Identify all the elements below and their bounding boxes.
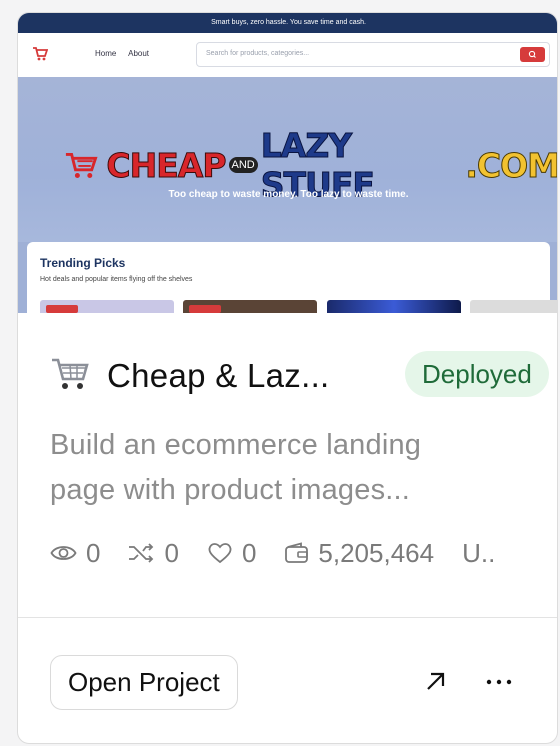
logo-com: .COM: [465, 145, 558, 185]
more-stat: U..: [462, 538, 495, 569]
trending-title: Trending Picks: [40, 256, 126, 270]
shuffle-icon: [129, 543, 154, 563]
site-logo: CHEAP AND LAZY STUFF .COM: [64, 126, 558, 205]
views-stat: 0: [50, 538, 100, 569]
nav-about[interactable]: About: [128, 49, 149, 58]
hero-banner: CHEAP AND LAZY STUFF .COM Too cheap to w…: [18, 77, 558, 242]
eye-icon: [50, 546, 77, 560]
discount-badge: [46, 305, 78, 313]
logo-cheap: CHEAP: [106, 145, 227, 185]
remixes-count: 0: [164, 537, 179, 568]
remixes-stat: 0: [128, 537, 179, 569]
title-row: Cheap & Laz... Deployed: [50, 351, 549, 401]
trending-section: Trending Picks Hot deals and popular ite…: [27, 242, 557, 313]
logo-and: AND: [228, 157, 258, 173]
trending-subtitle: Hot deals and popular items flying off t…: [40, 276, 193, 283]
project-card[interactable]: Smart buys, zero hassle. You save time a…: [17, 12, 558, 744]
site-nav: Home About Search for products, categori…: [18, 33, 557, 77]
shopping-cart-icon: [52, 358, 89, 389]
nav-home[interactable]: Home: [95, 49, 116, 58]
description-line: page with product images...: [50, 474, 411, 506]
search-button[interactable]: [520, 47, 545, 62]
project-preview[interactable]: Smart buys, zero hassle. You save time a…: [18, 13, 558, 313]
external-link-icon[interactable]: [423, 669, 447, 693]
stats-row: 0 0 0 5,205,464 U..: [50, 535, 523, 571]
search-placeholder: Search for products, categories...: [206, 50, 310, 57]
views-count: 0: [86, 537, 101, 568]
credits-count: 5,205,464: [318, 537, 435, 568]
product-thumb[interactable]: [327, 300, 461, 313]
product-thumb[interactable]: [470, 300, 557, 313]
product-thumb[interactable]: [40, 300, 174, 313]
likes-stat: 0: [207, 538, 256, 569]
status-badge: Deployed: [405, 351, 549, 397]
search-input[interactable]: Search for products, categories...: [196, 42, 550, 67]
likes-count: 0: [241, 537, 257, 568]
more-options-icon[interactable]: [485, 678, 513, 686]
wallet-icon: [285, 542, 309, 563]
cart-icon: [33, 47, 48, 61]
credits-stat: 5,205,464: [284, 538, 434, 569]
bestseller-badge: [189, 305, 221, 313]
search-icon: [528, 50, 536, 58]
product-thumb[interactable]: [183, 300, 317, 313]
heart-icon: [208, 543, 232, 564]
hero-tagline: Too cheap to waste money. Too lazy to wa…: [168, 189, 409, 200]
more-stat-text: U..: [462, 537, 496, 568]
project-description: Build an ecommerce landing page with pro…: [50, 423, 480, 513]
project-title[interactable]: Cheap & Laz...: [107, 357, 330, 395]
logo-cart-icon: [65, 153, 98, 178]
promo-banner: Smart buys, zero hassle. You save time a…: [18, 13, 557, 33]
open-project-button[interactable]: Open Project: [50, 655, 238, 710]
divider: [18, 617, 557, 618]
description-line: Build an ecommerce landing: [50, 429, 422, 461]
